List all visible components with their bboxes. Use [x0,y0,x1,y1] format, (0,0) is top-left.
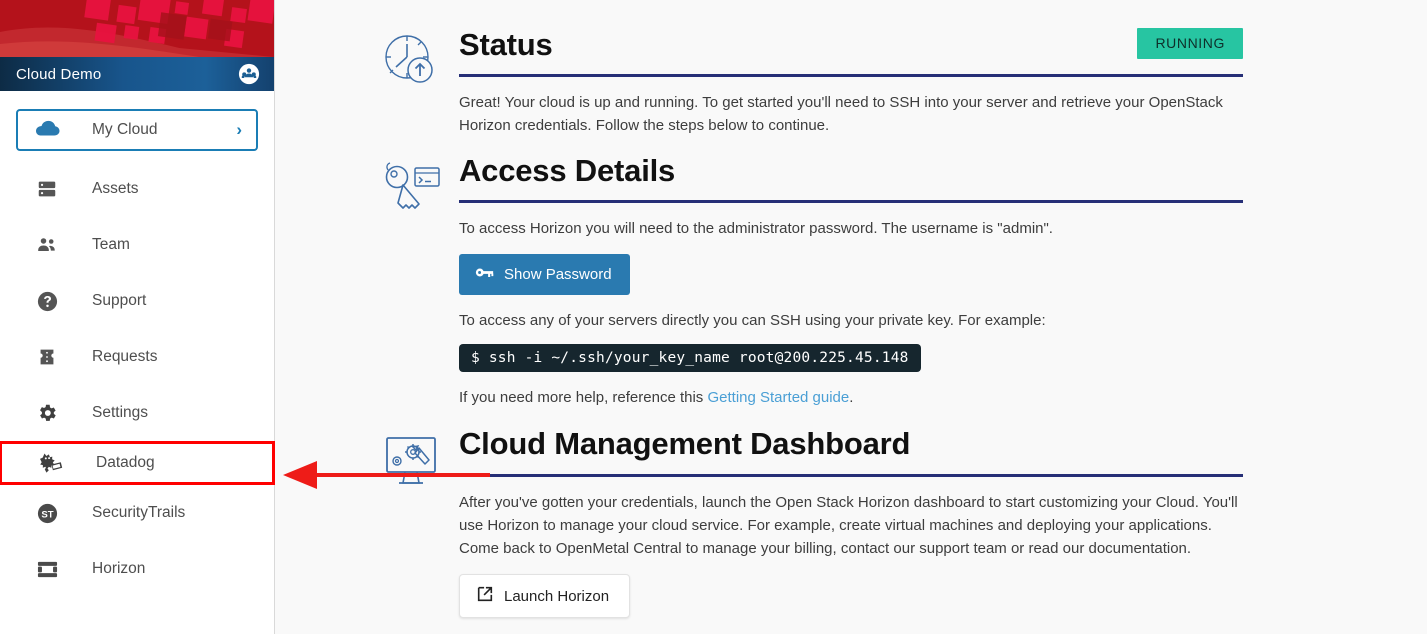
external-link-icon [476,585,494,607]
status-section: Status RUNNING Great! Your cloud is up a… [275,16,1427,138]
annotation-underline [380,473,434,476]
ticket-icon [34,344,60,370]
account-bar[interactable]: Cloud Demo [0,57,274,91]
sidebar-item-label: Assets [92,180,139,198]
gear-icon [34,400,60,426]
sidebar: Cloud Demo [0,0,275,634]
access-details-section: Access Details To access Horizon you wil… [275,154,1427,410]
status-divider [459,74,1243,77]
status-body: Great! Your cloud is up and running. To … [459,91,1243,138]
sidebar-item-horizon[interactable]: Horizon [0,541,274,597]
access-details-divider [459,200,1243,203]
sidebar-item-datadog[interactable]: Datadog [0,441,275,485]
people-icon [34,232,60,258]
horizon-frame-icon [34,556,60,582]
securitytrails-st-icon: ST [34,500,60,526]
show-password-button[interactable]: Show Password [459,254,630,295]
question-circle-icon [34,288,60,314]
help-suffix: . [849,389,853,406]
svg-text:ST: ST [41,509,53,520]
chevron-right-icon: › [236,120,242,140]
sidebar-item-requests[interactable]: Requests [0,329,274,385]
sidebar-nav: My Cloud › Assets [0,91,274,597]
dashboard-divider [459,474,1243,477]
sidebar-item-support[interactable]: Support [0,273,274,329]
sidebar-item-label: SecurityTrails [92,504,185,522]
dashboard-title: Cloud Management Dashboard [459,427,1243,461]
people-group-icon[interactable] [238,63,260,85]
sidebar-item-label: Horizon [92,560,145,578]
sidebar-item-team[interactable]: Team [0,217,274,273]
key-icon [475,265,494,284]
access-details-body-2: To access any of your servers directly y… [459,309,1243,332]
main-content: Status RUNNING Great! Your cloud is up a… [275,0,1427,634]
sidebar-item-label: Support [92,292,146,310]
launch-horizon-button[interactable]: Launch Horizon [459,574,630,618]
sidebar-item-label: My Cloud [92,121,236,139]
getting-started-guide-link[interactable]: Getting Started guide [707,389,849,406]
cloud-icon [34,118,60,143]
account-name: Cloud Demo [16,66,238,83]
page-title: Status [459,28,553,62]
key-terminal-icon [379,158,443,218]
server-rack-icon [34,176,60,202]
monitor-gears-icon [379,433,443,493]
sidebar-item-label: Requests [92,348,157,366]
access-details-body-1: To access Horizon you will need to the a… [459,217,1243,240]
sidebar-item-my-cloud[interactable]: My Cloud › [16,109,258,151]
dashboard-body: After you've gotten your credentials, la… [459,491,1243,561]
datadog-dog-icon [38,450,64,476]
dashboard-section: Cloud Management Dashboard After you've … [275,427,1427,618]
access-details-help: If you need more help, reference this Ge… [459,386,1243,409]
ssh-command-block[interactable]: $ ssh -i ~/.ssh/your_key_name root@200.2… [459,344,921,372]
sidebar-item-label: Settings [92,404,148,422]
help-prefix: If you need more help, reference this [459,389,707,406]
sidebar-item-settings[interactable]: Settings [0,385,274,441]
clock-uptime-icon [379,30,443,90]
app-root: Cloud Demo [0,0,1427,634]
sidebar-item-securitytrails[interactable]: ST SecurityTrails [0,485,274,541]
sidebar-item-assets[interactable]: Assets [0,161,274,217]
account-banner-image [0,0,274,57]
sidebar-item-label: Datadog [96,454,155,472]
sidebar-item-label: Team [92,236,130,254]
access-details-title: Access Details [459,154,1243,188]
launch-horizon-label: Launch Horizon [504,588,609,605]
show-password-label: Show Password [504,266,612,283]
status-badge: RUNNING [1137,28,1243,59]
